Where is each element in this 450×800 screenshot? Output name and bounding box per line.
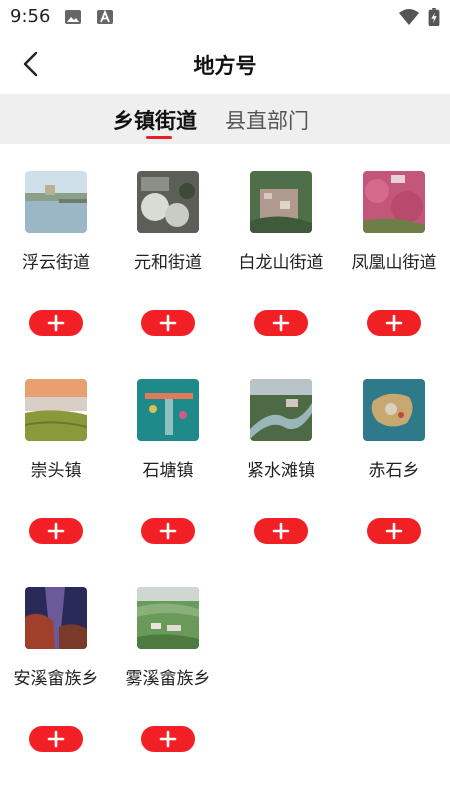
grid-item[interactable]: 雾溪畲族乡 [112,560,224,768]
location-name: 赤石乡 [368,461,420,481]
add-button[interactable] [367,310,421,336]
location-thumbnail [25,379,87,441]
plus-icon [385,314,403,332]
header: 地方号 [0,34,450,94]
add-button[interactable] [29,518,83,544]
wifi-icon [399,9,419,25]
add-button[interactable] [141,726,195,752]
plus-icon [159,730,177,748]
location-thumbnail [25,171,87,233]
location-name: 元和街道 [134,253,202,273]
status-time: 9:56 [10,6,51,27]
location-name: 紧水滩镇 [247,461,315,481]
add-button[interactable] [141,310,195,336]
grid-item[interactable]: 崇头镇 [0,352,112,560]
plus-icon [272,314,290,332]
add-button[interactable] [141,518,195,544]
location-thumbnail [363,171,425,233]
add-button[interactable] [254,310,308,336]
plus-icon [159,522,177,540]
grid-item[interactable]: 元和街道 [112,144,224,352]
grid-item[interactable]: 石塘镇 [112,352,224,560]
location-thumbnail [137,379,199,441]
tab-towns-streets[interactable]: 乡镇街道 [113,105,197,135]
plus-icon [47,314,65,332]
page-title: 地方号 [193,54,257,78]
location-name: 凤凰山街道 [351,253,437,273]
grid-item[interactable]: 赤石乡 [338,352,450,560]
location-name: 白龙山街道 [238,253,324,273]
location-name: 浮云街道 [22,253,90,273]
location-thumbnail [250,379,312,441]
grid-item[interactable]: 浮云街道 [0,144,112,352]
grid-item[interactable]: 紧水滩镇 [225,352,337,560]
plus-icon [159,314,177,332]
grid-item[interactable]: 凤凰山街道 [338,144,450,352]
grid-item[interactable]: 安溪畲族乡 [0,560,112,768]
add-button[interactable] [29,726,83,752]
tab-county-departments[interactable]: 县直部门 [225,105,309,135]
tab-bar: 乡镇街道 县直部门 [0,94,450,144]
location-thumbnail [137,171,199,233]
a-icon [97,9,113,24]
active-tab-indicator [146,136,172,139]
location-name: 安溪畲族乡 [13,669,99,689]
plus-icon [47,522,65,540]
location-thumbnail [137,587,199,649]
add-button[interactable] [367,518,421,544]
location-name: 雾溪畲族乡 [125,669,211,689]
location-name: 崇头镇 [30,461,82,481]
image-icon [65,10,81,24]
location-thumbnail [25,587,87,649]
plus-icon [385,522,403,540]
plus-icon [47,730,65,748]
plus-icon [272,522,290,540]
location-thumbnail [250,171,312,233]
status-bar: 9:56 [0,0,450,34]
add-button[interactable] [29,310,83,336]
location-name: 石塘镇 [142,461,194,481]
location-thumbnail [363,379,425,441]
add-button[interactable] [254,518,308,544]
battery-charging-icon [428,8,440,26]
grid-item[interactable]: 白龙山街道 [225,144,337,352]
